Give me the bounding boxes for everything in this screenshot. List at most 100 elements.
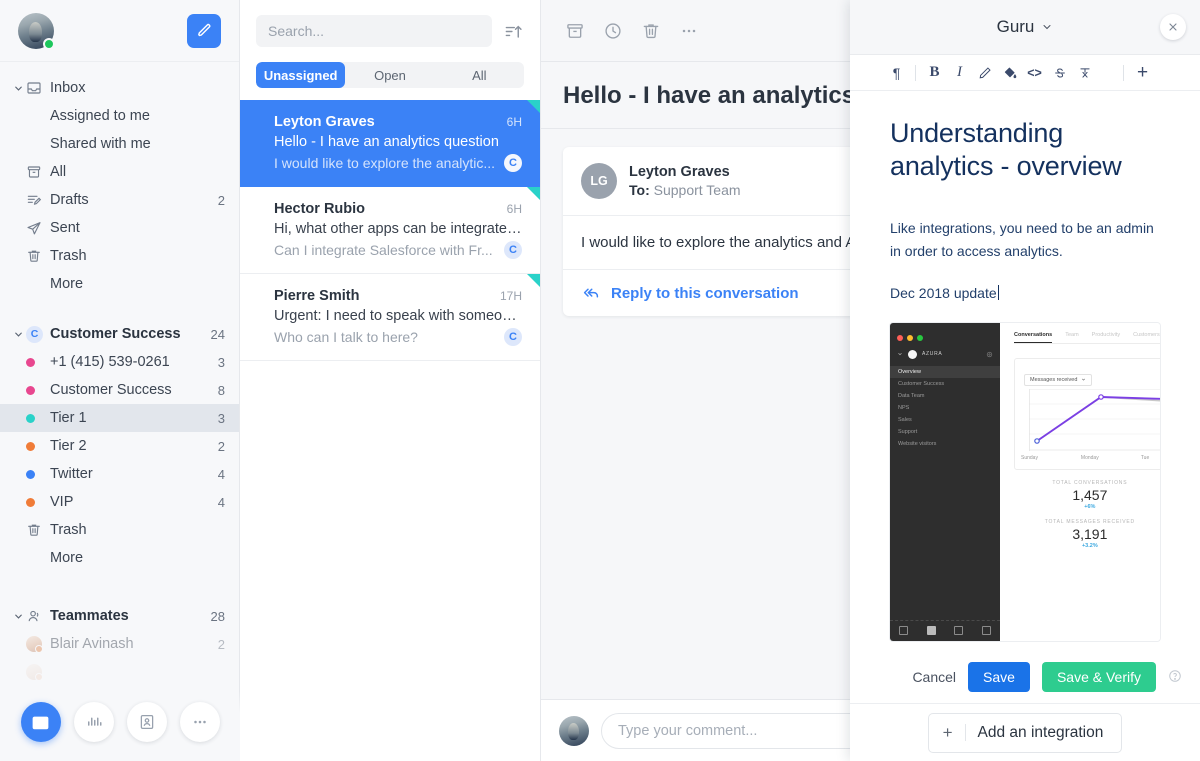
add-integration-button[interactable]: + Add an integration <box>927 712 1123 753</box>
sidebar-item-vip[interactable]: VIP 4 <box>0 488 239 516</box>
sidebar-item-label: All <box>50 164 67 180</box>
fill-color-icon[interactable] <box>997 60 1022 86</box>
drafts-icon <box>26 192 50 208</box>
sidebar-item-tier-2[interactable]: Tier 2 2 <box>0 432 239 460</box>
sidebar-item-count: 2 <box>217 192 225 208</box>
sidebar-item-more-inbox[interactable]: More <box>0 270 239 298</box>
divider <box>1123 64 1124 81</box>
sidebar-section-customer-success[interactable]: C Customer Success 24 <box>0 320 239 348</box>
search-input[interactable] <box>256 15 492 47</box>
avatar <box>26 636 50 653</box>
list-search-bar <box>240 0 540 62</box>
sidebar-item-label: Inbox <box>50 80 86 96</box>
chevron-down-icon[interactable] <box>10 611 26 622</box>
clear-formatting-icon[interactable] <box>1072 60 1097 86</box>
sidebar-item-tier-1[interactable]: Tier 1 3 <box>0 404 239 432</box>
save-and-verify-button[interactable]: Save & Verify <box>1041 662 1156 692</box>
sidebar-section-inbox[interactable]: Inbox <box>0 74 239 102</box>
highlighter-pen-icon[interactable] <box>972 60 997 86</box>
sidebar-item-drafts[interactable]: Drafts 2 <box>0 186 239 214</box>
divider <box>1014 342 1160 344</box>
close-icon[interactable] <box>1160 14 1186 40</box>
sidebar-item-label: +1 (415) 539-0261 <box>50 354 170 370</box>
conversation-list-item[interactable]: Leyton Graves 6H Hello - I have an analy… <box>240 100 540 187</box>
help-circle-icon[interactable] <box>1168 669 1182 686</box>
sidebar-item-blair-avinash[interactable]: Blair Avinash 2 <box>0 630 239 658</box>
sidebar-item-trash-cs[interactable]: Trash <box>0 516 239 544</box>
conversation-preview: Can I integrate Salesforce with Fr... <box>274 242 493 258</box>
chevron-down-icon[interactable] <box>10 329 26 340</box>
conversation-list-panel: Unassigned Open All Leyton Graves 6H Hel… <box>240 0 541 761</box>
trash-icon[interactable] <box>639 19 663 43</box>
tag-dot-icon <box>26 357 50 367</box>
contacts-dock-icon[interactable] <box>126 702 167 742</box>
sidebar-item-customer-success[interactable]: Customer Success 8 <box>0 376 239 404</box>
guru-paragraph: Like integrations, you need to be an adm… <box>890 219 1154 259</box>
tag-dot-icon <box>26 385 50 395</box>
tag-dot-icon <box>26 413 50 423</box>
sidebar-item-shared-with-me[interactable]: Shared with me <box>0 130 239 158</box>
sidebar-item-trash[interactable]: Trash <box>0 242 239 270</box>
save-button[interactable]: Save <box>968 662 1030 692</box>
user-avatar[interactable] <box>18 12 55 50</box>
sidebar-item-count: 3 <box>217 410 225 426</box>
add-block-icon[interactable]: + <box>1130 60 1155 86</box>
sidebar-item-label: Trash <box>50 248 87 264</box>
conversation-list-item[interactable]: Pierre Smith 17H Urgent: I need to speak… <box>240 274 540 361</box>
cancel-button[interactable]: Cancel <box>912 669 956 685</box>
contacts-icon <box>954 625 964 635</box>
archive-icon <box>26 164 50 180</box>
sidebar-item-label: Tier 1 <box>50 410 87 426</box>
stat-label: TOTAL CONVERSATIONS <box>1052 479 1128 486</box>
compose-button[interactable] <box>187 13 221 48</box>
conversation-row-header: Hector Rubio 6H <box>274 201 522 217</box>
chevron-down-icon[interactable] <box>10 83 26 94</box>
archive-icon[interactable] <box>563 19 587 43</box>
sidebar-item-label: Assigned to me <box>50 108 150 124</box>
team-badge-icon: C <box>26 325 50 343</box>
inbox-icon <box>26 80 50 96</box>
trash-icon <box>26 522 50 538</box>
sidebar-item-partial[interactable] <box>0 658 239 686</box>
sidebar-item-all[interactable]: All <box>0 158 239 186</box>
sidebar-item-twitter[interactable]: Twitter 4 <box>0 460 239 488</box>
x-tick-label: Sunday <box>1021 454 1038 461</box>
snooze-clock-icon[interactable] <box>601 19 625 43</box>
sidebar-item-phone[interactable]: +1 (415) 539-0261 3 <box>0 348 239 376</box>
guru-title-dropdown[interactable]: Guru <box>997 17 1054 37</box>
sort-ascending-icon[interactable] <box>502 20 524 42</box>
stat-delta: +3.2% <box>1081 542 1098 549</box>
more-dock-icon[interactable] <box>179 702 220 742</box>
analytics-dock-icon[interactable] <box>73 702 114 742</box>
conversation-list: Leyton Graves 6H Hello - I have an analy… <box>240 100 540 761</box>
bold-icon[interactable]: B <box>922 60 947 86</box>
minimize-dot <box>907 334 913 341</box>
more-horizontal-icon[interactable] <box>677 19 701 43</box>
tab-open[interactable]: Open <box>345 62 434 88</box>
guru-editor[interactable]: Understanding analytics - overview Like … <box>850 91 1200 651</box>
conversation-time: 6H <box>506 115 522 129</box>
sidebar-section-teammates[interactable]: Teammates 28 <box>0 602 239 630</box>
screenshot-tabs: Conversations Team Productivity Customer… <box>1014 332 1160 343</box>
screenshot-chart-xlabels: Sunday Monday Tue <box>1021 455 1160 461</box>
strikethrough-icon[interactable] <box>1047 60 1072 86</box>
inbox-dock-icon[interactable] <box>20 702 61 742</box>
conversation-list-item[interactable]: Hector Rubio 6H Hi, what other apps can … <box>240 187 540 274</box>
sidebar-item-assigned-to-me[interactable]: Assigned to me <box>0 102 239 130</box>
conversation-time: 17H <box>499 289 522 303</box>
app-root: Inbox Assigned to me Shared with me All … <box>0 0 1200 761</box>
sidebar-item-label: Customer Success <box>50 382 172 398</box>
channel-badge: C <box>504 328 522 346</box>
sidebar-item-more-cs[interactable]: More <box>0 544 239 572</box>
embedded-screenshot: AZURA Overview Customer Success Data Tea… <box>890 322 1160 641</box>
tab-unassigned[interactable]: Unassigned <box>256 62 346 88</box>
sidebar-item-label: Blair Avinash <box>50 636 134 652</box>
italic-icon[interactable]: I <box>947 60 972 86</box>
settings-icon <box>986 351 993 357</box>
code-icon[interactable]: <> <box>1022 60 1047 86</box>
tag-dot-icon <box>26 441 50 451</box>
tab-all[interactable]: All <box>435 62 524 88</box>
paragraph-icon[interactable]: ¶ <box>884 60 909 86</box>
screenshot-nav-item: Overview <box>890 365 1000 378</box>
sidebar-item-sent[interactable]: Sent <box>0 214 239 242</box>
